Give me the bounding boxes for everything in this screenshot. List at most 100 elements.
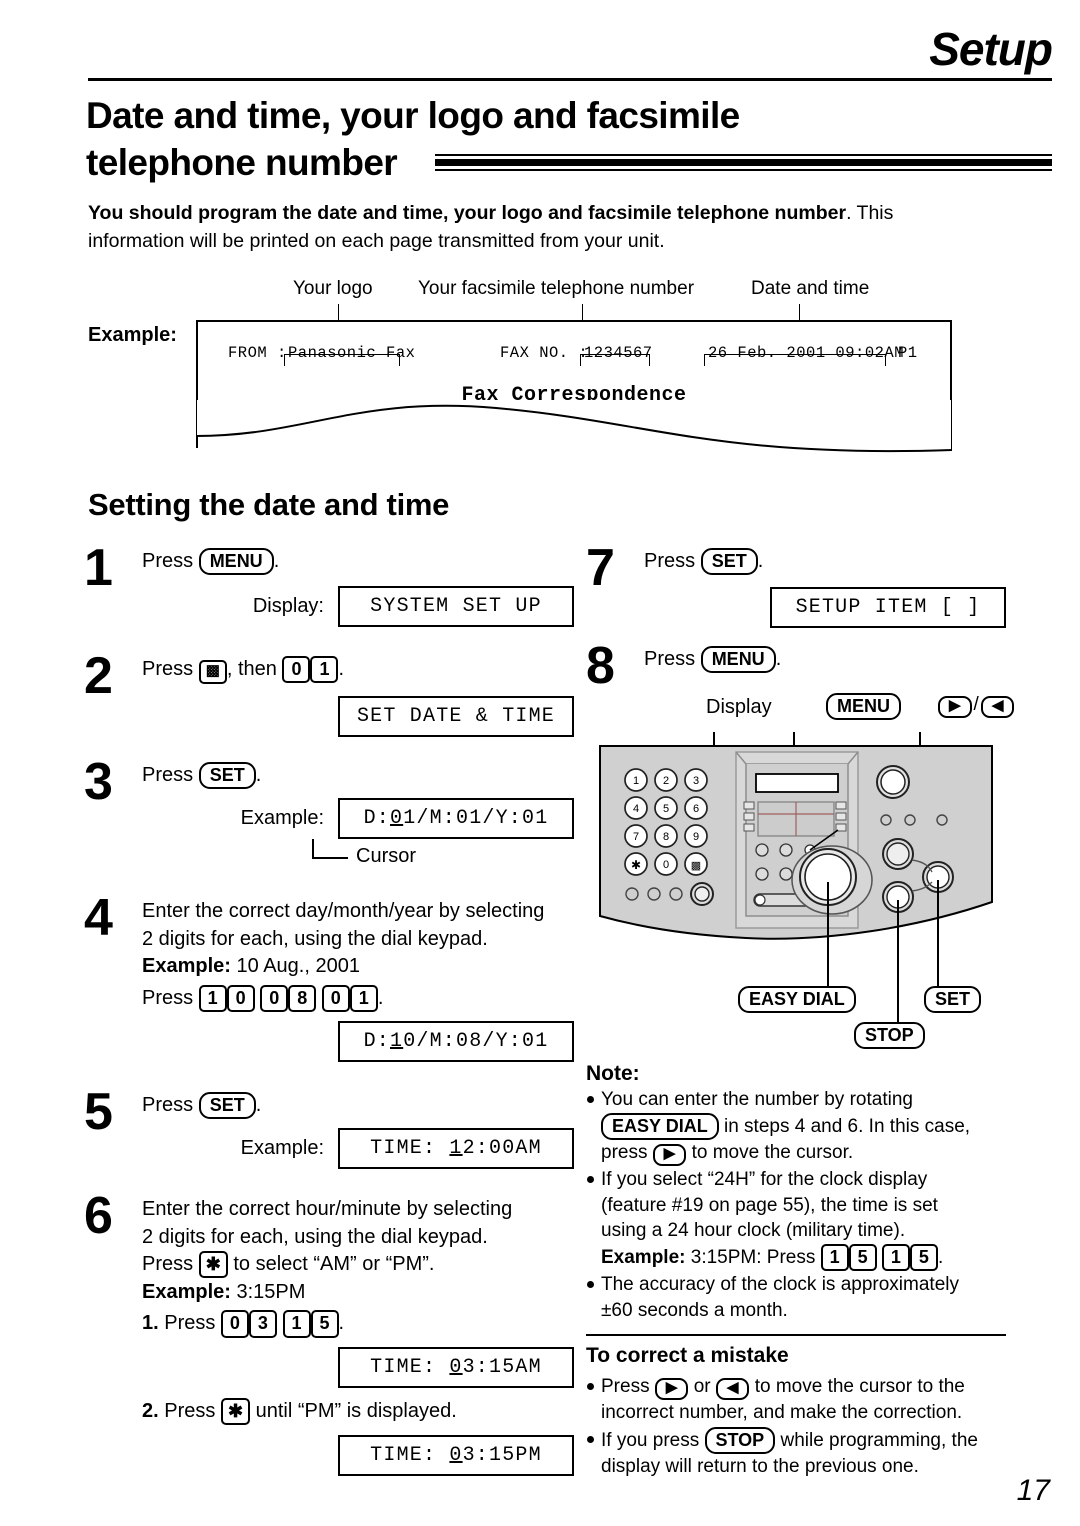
lcd-cursor-char: 0 [449,1443,463,1467]
note-2-seg3: using a 24 hour clock (military time). [601,1220,906,1242]
step-6: 6 Enter the correct hour/minute by selec… [84,1190,574,1476]
lcd-display: TIME: 03:15AM [338,1346,574,1388]
step-2-instruction: Press ▩, then 01. [142,656,574,684]
step-8: 8 Press MENU. [586,640,1006,694]
step-6-sub1: 1. Press 03 15. [142,1310,574,1338]
period: . [377,986,384,1009]
set-key[interactable]: SET [198,762,256,790]
menu-key[interactable]: MENU [826,693,901,721]
step-2-display-row: SET DATE & TIME [142,695,574,737]
digit-key-1[interactable]: 1 [310,656,339,684]
set-key[interactable]: SET [924,986,982,1014]
svg-text:3: 3 [693,775,699,787]
star-key[interactable]: ✱ [220,1397,251,1426]
easy-dial-key[interactable]: EASY DIAL [601,1112,719,1140]
digit-key[interactable]: 5 [848,1244,877,1272]
callout-fax-number: Your facsimile telephone number [418,278,695,299]
lcd-display: D:10/M:08/Y:01 [338,1021,574,1063]
diagram-label-menu: MENU [826,693,901,721]
fax-page-value: P1 [898,344,918,362]
then-word: , then [226,658,277,680]
callout-date-time: Date and time [751,278,870,299]
note-3-seg1: The accuracy of the clock is approximate… [601,1274,959,1296]
lcd-pre: TIME: [370,1136,450,1160]
menu-key[interactable]: MENU [700,646,776,674]
note-2-example-text: 3:15PM: Press [690,1247,816,1269]
fax-callouts: Your logo Your facsimile telephone numbe… [88,278,988,330]
period: . [937,1247,944,1269]
star-key[interactable]: ✱ [198,1251,228,1279]
right-arrow-key[interactable]: ▶ [652,1143,687,1166]
easy-dial-label: EASY DIAL [738,986,856,1014]
hash-key[interactable]: ▩ [198,660,227,684]
digit-key[interactable]: 1 [881,1244,910,1272]
svg-text:✱: ✱ [631,858,641,872]
step-number: 2 [84,647,113,705]
lcd-pre: TIME: [370,1355,450,1379]
set-key[interactable]: SET [700,548,758,576]
step-7: 7 Press SET. SETUP ITEM [ ] [586,542,1006,644]
section-divider [586,1334,1006,1337]
or-word: or [693,1376,711,1398]
digit-key[interactable]: 0 [220,1310,249,1338]
digit-key[interactable]: 1 [349,984,378,1012]
digit-key[interactable]: 0 [226,984,255,1012]
note-title: Note: [586,1062,640,1085]
left-arrow-key[interactable]: ◀ [980,696,1015,718]
step-4-text-line2: 2 digits for each, using the dial keypad… [142,927,488,950]
digit-key[interactable]: 0 [321,984,350,1012]
note-item-3: The accuracy of the clock is approximate… [586,1272,1006,1324]
press-word: Press [142,1094,194,1116]
diagram-callout-labels: Display MENU ▶ / ◀ [586,693,1015,726]
step-7-display-row: SETUP ITEM [ ] [644,586,1006,628]
intro-paragraph: You should program the date and time, yo… [88,200,988,255]
note-list: You can enter the number by rotating EAS… [586,1087,1006,1324]
example-caption: Example: [240,806,324,829]
step-number: 3 [84,753,113,811]
lcd-display: TIME: 03:15PM [338,1434,574,1476]
step-1-instruction: Press MENU. [142,548,574,576]
step-number: 8 [586,637,615,695]
example-caption: Example: [240,1136,324,1159]
set-key[interactable]: SET [198,1092,256,1120]
digit-key[interactable]: 1 [820,1244,849,1272]
svg-text:6: 6 [693,803,699,815]
press-word: Press [601,1376,650,1398]
digit-key[interactable]: 3 [248,1310,277,1338]
digit-key[interactable]: 1 [198,984,227,1012]
manual-page: Setup Date and time, your logo and facsi… [0,0,1080,1526]
lcd-display: D:01/M:01/Y:01 [338,797,574,839]
digit-key[interactable]: 1 [282,1310,311,1338]
intro-bold: You should program the date and time, yo… [88,202,847,224]
digit-key[interactable]: 0 [260,984,289,1012]
example-label: Example: [142,955,231,978]
stop-key[interactable]: STOP [704,1426,776,1454]
digit-key[interactable]: 5 [310,1310,339,1338]
step-3: 3 Press SET. Example: D:01/M:01/Y:01 Cur… [84,756,574,896]
diagram-label-display: Display [706,696,772,718]
left-arrow-key[interactable]: ◀ [715,1378,750,1400]
digit-key-0[interactable]: 0 [282,656,311,684]
digit-key[interactable]: 8 [288,984,317,1012]
digit-key[interactable]: 5 [909,1244,938,1272]
step-number: 6 [84,1187,113,1245]
easy-dial-key[interactable]: EASY DIAL [738,986,856,1014]
menu-key[interactable]: MENU [198,548,274,576]
fax-number-label: FAX NO. : [500,344,589,362]
step-5: 5 Press SET. Example: TIME: 12:00AM [84,1086,574,1194]
lcd-cursor-char: 0 [449,1355,463,1379]
period: . [273,550,280,572]
svg-text:9: 9 [693,831,699,843]
step-1: 1 Press MENU. Display: SYSTEM SET UP [84,542,574,654]
step-6-am-pm-text: to select “AM” or “PM”. [233,1253,435,1276]
right-arrow-key[interactable]: ▶ [654,1378,689,1400]
correct-item-1: Press ▶ or ◀ to move the cursor to the i… [586,1374,1006,1426]
period: . [255,764,262,786]
step-6-text-line3: Press ✱ to select “AM” or “PM”. [142,1251,574,1279]
page-title: Date and time, your logo and facsimile t… [86,92,1046,187]
press-word: Press [142,1253,194,1276]
period: . [757,550,764,572]
right-arrow-key[interactable]: ▶ [938,696,972,718]
stop-key[interactable]: STOP [854,1022,925,1050]
step-4-press: Press 10 08 01. [142,984,574,1013]
